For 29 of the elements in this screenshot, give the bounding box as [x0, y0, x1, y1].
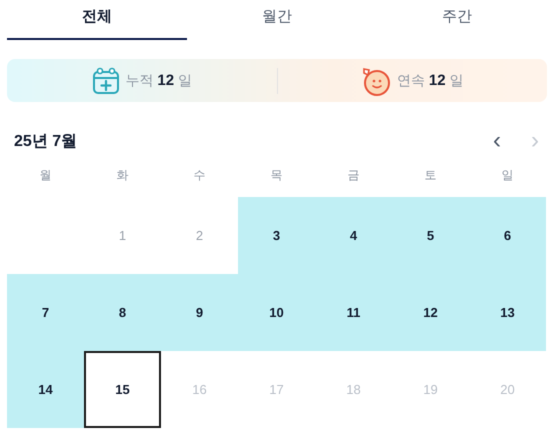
day-cell[interactable]: 4 — [315, 197, 392, 274]
stat-text: 누적 12 일 — [126, 72, 192, 90]
day-cell[interactable]: 5 — [392, 197, 469, 274]
tab[interactable]: 월간 — [187, 0, 367, 40]
weekday-label: 금 — [346, 167, 360, 184]
weekday-label: 수 — [192, 167, 206, 184]
smiley-face-icon — [361, 66, 392, 96]
month-title: 25년 7월 — [14, 132, 78, 152]
stat-text: 연속 12 일 — [397, 72, 464, 90]
day-cell[interactable]: 10 — [238, 274, 315, 351]
weekday-label: 화 — [116, 167, 130, 184]
tab[interactable]: 전체 — [7, 0, 187, 40]
day-cell[interactable]: 8 — [84, 274, 161, 351]
weekday-label: 목 — [270, 167, 284, 184]
day-cell[interactable]: 6 — [469, 197, 546, 274]
day-cell[interactable]: 7 — [7, 274, 84, 351]
day-cell[interactable]: 14 — [7, 351, 84, 428]
prev-month-button[interactable]: ‹ — [485, 129, 509, 153]
day-cell[interactable]: 9 — [161, 274, 238, 351]
tab[interactable]: 주간 — [367, 0, 547, 40]
weekday-label: 토 — [424, 167, 438, 184]
day-cell[interactable]: 15 — [84, 351, 161, 428]
calendar-plus-icon — [92, 66, 120, 94]
day-cell[interactable]: 12 — [392, 274, 469, 351]
day-cell[interactable]: 11 — [315, 274, 392, 351]
day-cell[interactable]: 13 — [469, 274, 546, 351]
weekday-label: 월 — [38, 167, 52, 184]
day-cell[interactable]: 3 — [238, 197, 315, 274]
weekday-label: 일 — [500, 167, 514, 184]
